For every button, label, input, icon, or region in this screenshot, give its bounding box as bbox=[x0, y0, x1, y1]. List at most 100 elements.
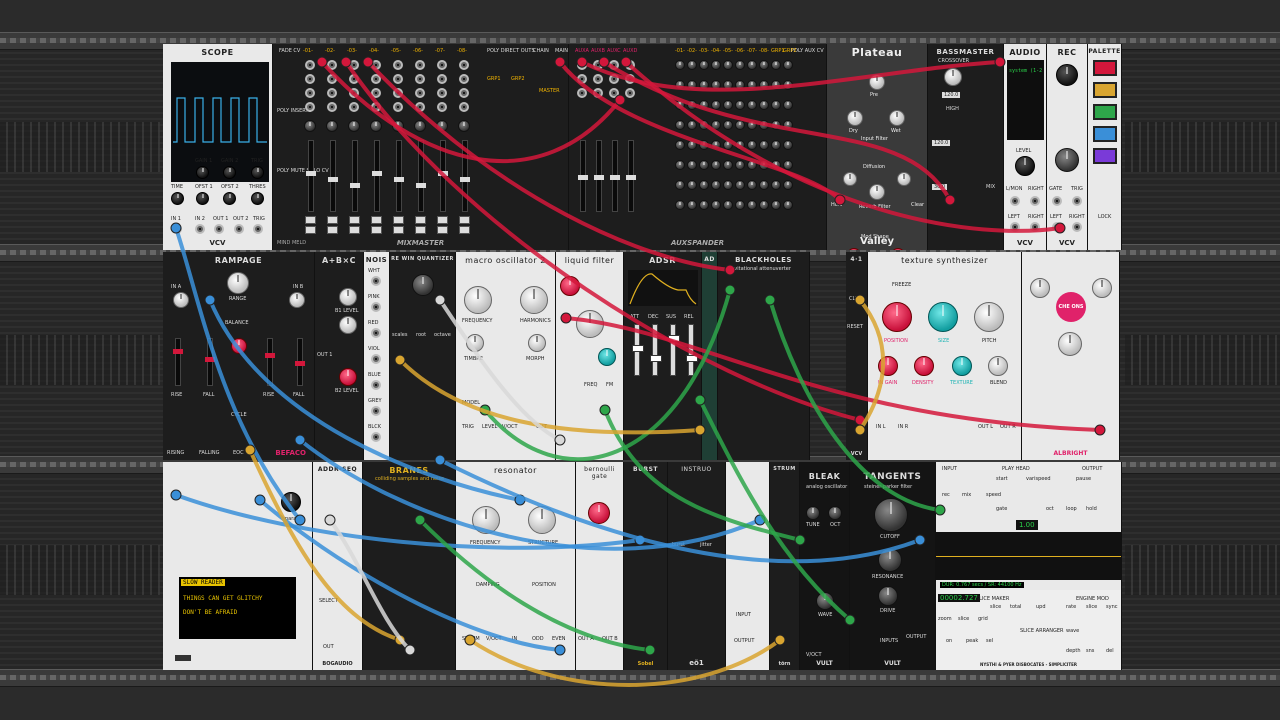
mixmaster-track-8-solo-button[interactable] bbox=[459, 226, 470, 234]
mixmaster-track-8-jack[interactable] bbox=[459, 102, 469, 112]
albright-knob-left[interactable] bbox=[1030, 278, 1050, 298]
auxspander-send-knob[interactable] bbox=[699, 60, 709, 70]
auxspander-send-knob[interactable] bbox=[675, 80, 685, 90]
rampage-balance-knob[interactable] bbox=[231, 338, 247, 354]
albright-knob-center[interactable] bbox=[1058, 332, 1082, 356]
nois-blck-jack[interactable] bbox=[371, 432, 381, 442]
rec-trig-jack[interactable] bbox=[1072, 196, 1082, 206]
texture-texture-knob[interactable] bbox=[952, 356, 972, 376]
mixmaster-track-5-solo-button[interactable] bbox=[393, 226, 404, 234]
auxspander-send-knob[interactable] bbox=[771, 140, 781, 150]
rec-right-jack[interactable] bbox=[1072, 222, 1082, 232]
rec-left-jack[interactable] bbox=[1052, 222, 1062, 232]
mixmaster-track-2-jack[interactable] bbox=[327, 60, 337, 70]
auxspander-send-knob[interactable] bbox=[711, 200, 721, 210]
mixmaster-track-5-jack[interactable] bbox=[393, 60, 403, 70]
auxspander-send-knob[interactable] bbox=[759, 100, 769, 110]
mixmaster-track-3-jack[interactable] bbox=[349, 88, 359, 98]
auxspander-send-knob[interactable] bbox=[675, 120, 685, 130]
plateau-size-knob[interactable] bbox=[843, 172, 857, 186]
scope-trig-knob[interactable] bbox=[251, 166, 264, 179]
auxspander-send-knob[interactable] bbox=[759, 200, 769, 210]
rec-record-button[interactable] bbox=[1055, 148, 1079, 172]
mixmaster-track-1-solo-button[interactable] bbox=[305, 226, 316, 234]
rampage-rise-a-slider[interactable] bbox=[173, 338, 183, 386]
mixmaster-track-3-jack[interactable] bbox=[349, 60, 359, 70]
plateau-pre-knob[interactable] bbox=[869, 74, 885, 90]
mixmaster-track-3-solo-button[interactable] bbox=[349, 226, 360, 234]
audio-device-display[interactable]: system (1-2 bbox=[1007, 60, 1044, 140]
texture-position-knob[interactable] bbox=[882, 302, 912, 332]
auxspander-send-knob[interactable] bbox=[699, 80, 709, 90]
mixmaster-track-3-pan-knob[interactable] bbox=[348, 120, 360, 132]
mixmaster-track-5-pan-knob[interactable] bbox=[392, 120, 404, 132]
adsr-att-slider[interactable] bbox=[632, 324, 644, 376]
auxspander-return-fader[interactable] bbox=[626, 140, 636, 212]
auxspander-send-knob[interactable] bbox=[723, 140, 733, 150]
mixmaster-track-3-mute-button[interactable] bbox=[349, 216, 360, 224]
mixmaster-track-4-jack[interactable] bbox=[371, 88, 381, 98]
auxspander-send-knob[interactable] bbox=[771, 180, 781, 190]
plateau-decay-knob[interactable] bbox=[897, 172, 911, 186]
mixmaster-track-2-mute-button[interactable] bbox=[327, 216, 338, 224]
auxspander-send-knob[interactable] bbox=[747, 140, 757, 150]
adsr-sus-slider[interactable] bbox=[668, 324, 680, 376]
auxspander-send-knob[interactable] bbox=[687, 80, 697, 90]
auxspander-send-knob[interactable] bbox=[783, 100, 793, 110]
mixmaster-track-8-fader[interactable] bbox=[460, 140, 470, 212]
auxspander-send-knob[interactable] bbox=[783, 60, 793, 70]
nois-red-jack[interactable] bbox=[371, 328, 381, 338]
slicer-waveform-display[interactable] bbox=[936, 532, 1121, 580]
mixmaster-track-8-jack[interactable] bbox=[459, 74, 469, 84]
auxspander-return-jack[interactable] bbox=[593, 74, 603, 84]
nois-pink-jack[interactable] bbox=[371, 302, 381, 312]
bleak-oct-knob[interactable] bbox=[828, 506, 842, 520]
auxspander-send-knob[interactable] bbox=[783, 160, 793, 170]
mixmaster-track-5-fader[interactable] bbox=[394, 140, 404, 212]
auxspander-send-knob[interactable] bbox=[687, 60, 697, 70]
mixmaster-track-7-solo-button[interactable] bbox=[437, 226, 448, 234]
auxspander-send-knob[interactable] bbox=[759, 160, 769, 170]
scope-time-knob[interactable] bbox=[171, 192, 184, 205]
scope-in2-jack[interactable] bbox=[195, 224, 205, 234]
auxspander-send-knob[interactable] bbox=[675, 160, 685, 170]
mixmaster-track-1-pan-knob[interactable] bbox=[304, 120, 316, 132]
auxspander-send-knob[interactable] bbox=[675, 140, 685, 150]
auxspander-send-knob[interactable] bbox=[687, 180, 697, 190]
mixmaster-track-2-jack[interactable] bbox=[327, 88, 337, 98]
auxspander-return-jack[interactable] bbox=[609, 74, 619, 84]
mixmaster-track-8-pan-knob[interactable] bbox=[458, 120, 470, 132]
plateau-mod-depth-knob[interactable] bbox=[891, 248, 905, 250]
rec-gate-jack[interactable] bbox=[1052, 196, 1062, 206]
rampage-trigg-a[interactable] bbox=[173, 292, 189, 308]
auxspander-return-jack[interactable] bbox=[609, 88, 619, 98]
texture-blend-knob[interactable] bbox=[988, 356, 1008, 376]
auxspander-send-knob[interactable] bbox=[771, 100, 781, 110]
auxspander-send-knob[interactable] bbox=[687, 160, 697, 170]
mixmaster-track-7-jack[interactable] bbox=[437, 74, 447, 84]
plateau-mod-rate-knob[interactable] bbox=[847, 248, 861, 250]
rampage-fall-b-slider[interactable] bbox=[295, 338, 305, 386]
auxspander-send-knob[interactable] bbox=[783, 120, 793, 130]
auxspander-send-knob[interactable] bbox=[783, 80, 793, 90]
auxspander-send-knob[interactable] bbox=[711, 100, 721, 110]
tangents-drive-knob[interactable] bbox=[878, 586, 898, 606]
palette-swatch-5[interactable] bbox=[1093, 148, 1117, 164]
mixmaster-track-2-pan-knob[interactable] bbox=[326, 120, 338, 132]
macro-harmonics-knob[interactable] bbox=[520, 286, 548, 314]
auxspander-send-knob[interactable] bbox=[723, 80, 733, 90]
mixmaster-track-1-jack[interactable] bbox=[305, 60, 315, 70]
mixmaster-track-3-jack[interactable] bbox=[349, 74, 359, 84]
mixmaster-track-1-fader[interactable] bbox=[306, 140, 316, 212]
liquid-freq-knob[interactable] bbox=[560, 276, 580, 296]
auxspander-send-knob[interactable] bbox=[783, 180, 793, 190]
adsr-dec-slider[interactable] bbox=[650, 324, 662, 376]
mixmaster-track-7-jack[interactable] bbox=[437, 102, 447, 112]
mixmaster-track-7-mute-button[interactable] bbox=[437, 216, 448, 224]
nois-wht-jack[interactable] bbox=[371, 276, 381, 286]
auxspander-send-knob[interactable] bbox=[687, 140, 697, 150]
auxspander-return-fader[interactable] bbox=[594, 140, 604, 212]
adsr-rel-slider[interactable] bbox=[686, 324, 698, 376]
rampage-fall-a-slider[interactable] bbox=[205, 338, 215, 386]
nois-blue-jack[interactable] bbox=[371, 380, 381, 390]
